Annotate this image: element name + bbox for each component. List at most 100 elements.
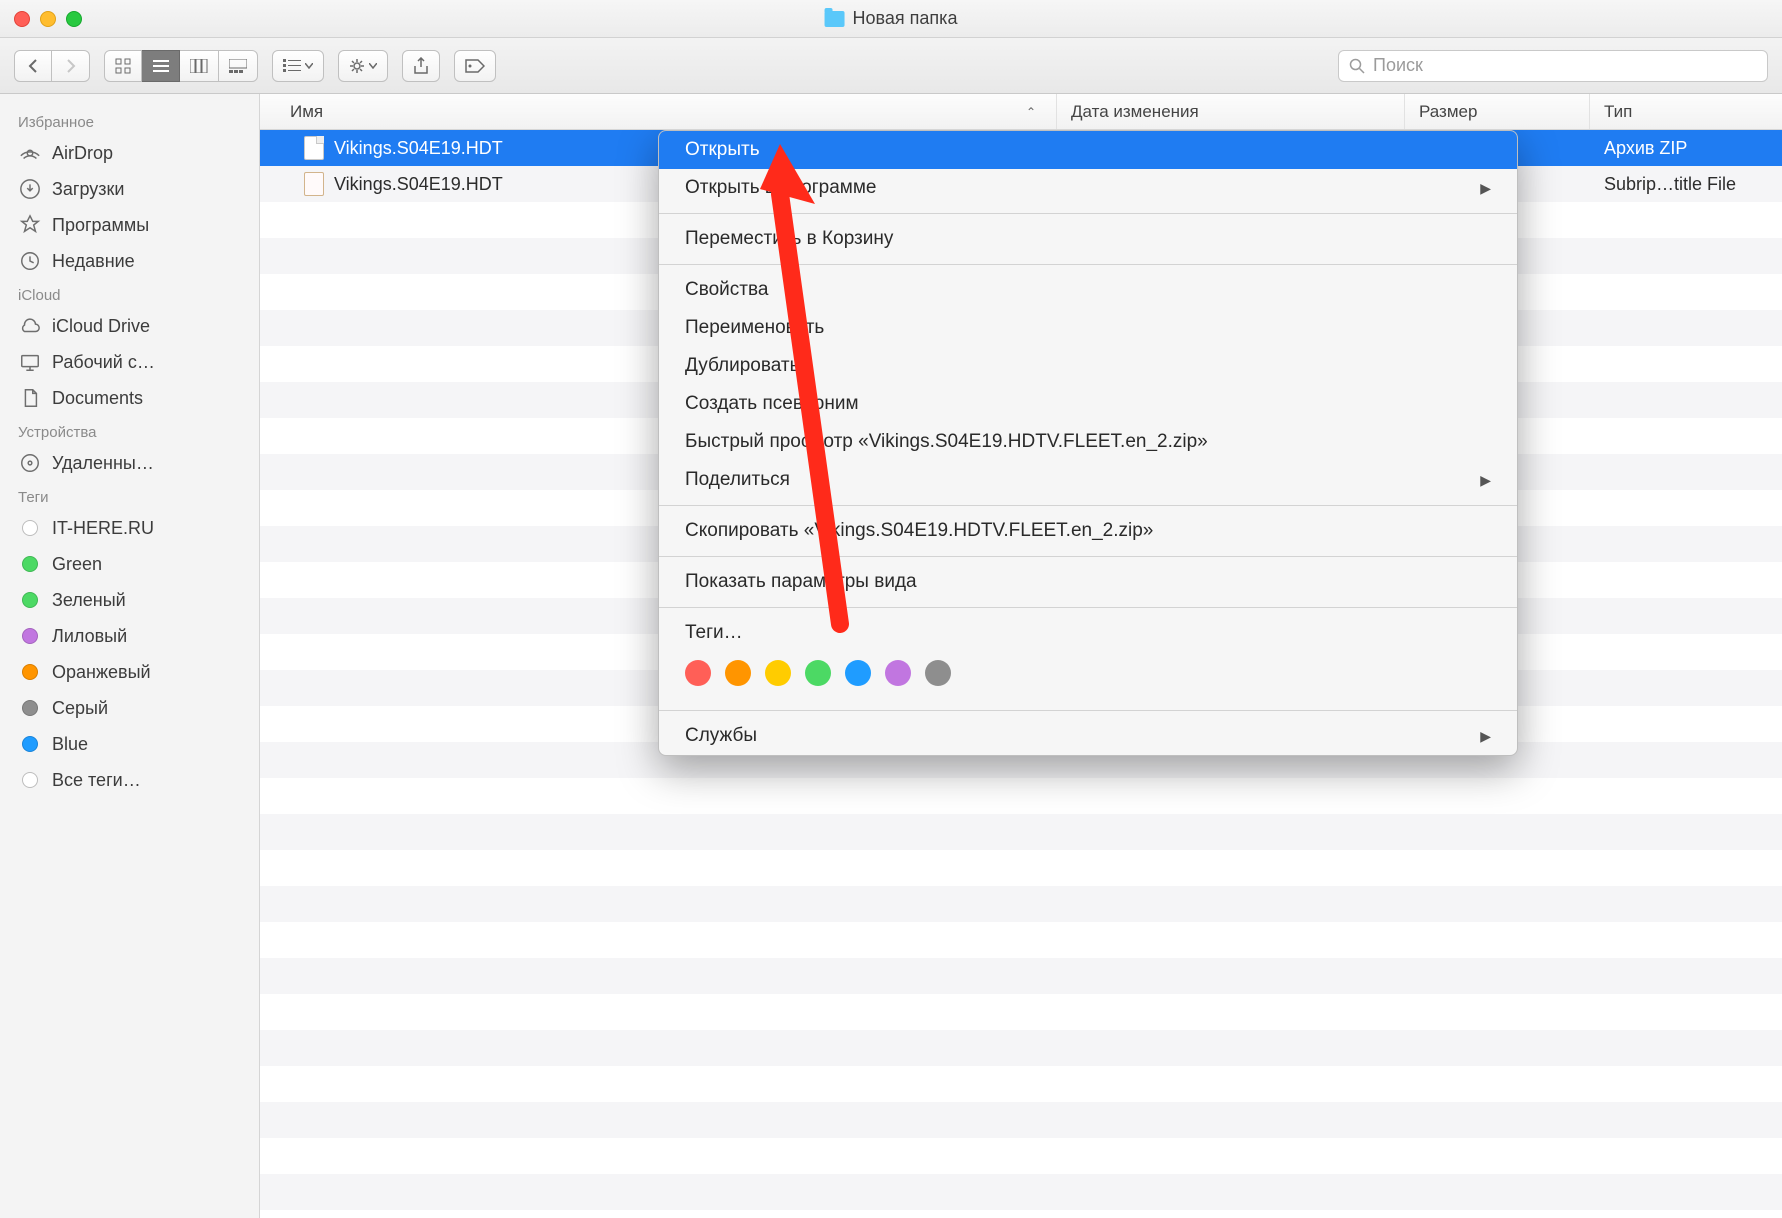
tag-icon bbox=[18, 624, 42, 648]
icon-view-button[interactable] bbox=[104, 50, 142, 82]
group-by-button[interactable] bbox=[272, 50, 324, 82]
sidebar-item-label: Рабочий с… bbox=[52, 352, 155, 373]
submenu-arrow-icon: ▶ bbox=[1480, 728, 1491, 745]
context-menu-tag-color[interactable] bbox=[765, 660, 791, 686]
context-menu-tag-color[interactable] bbox=[885, 660, 911, 686]
minimize-window-button[interactable] bbox=[40, 11, 56, 27]
sidebar-item-label: Программы bbox=[52, 215, 149, 236]
sidebar-item-label: Зеленый bbox=[52, 590, 126, 611]
search-icon bbox=[1349, 58, 1365, 74]
sidebar-item[interactable]: Рабочий с… bbox=[0, 344, 259, 380]
apps-icon bbox=[18, 213, 42, 237]
submenu-arrow-icon: ▶ bbox=[1480, 472, 1491, 489]
file-icon bbox=[304, 172, 324, 196]
context-menu-item[interactable]: Службы▶ bbox=[659, 717, 1517, 755]
titlebar: Новая папка bbox=[0, 0, 1782, 38]
window-title-text: Новая папка bbox=[853, 8, 958, 29]
context-menu-separator bbox=[659, 505, 1517, 506]
chevron-down-icon bbox=[369, 63, 377, 69]
column-view-button[interactable] bbox=[180, 50, 219, 82]
window-title: Новая папка bbox=[825, 8, 958, 29]
sidebar-item-label: Green bbox=[52, 554, 102, 575]
column-name[interactable]: Имя ⌃ bbox=[260, 94, 1057, 129]
action-button[interactable] bbox=[338, 50, 388, 82]
sidebar-item[interactable]: iCloud Drive bbox=[0, 308, 259, 344]
sidebar-item-label: Загрузки bbox=[52, 179, 124, 200]
context-menu-item[interactable]: Показать параметры вида bbox=[659, 563, 1517, 601]
context-menu-item[interactable]: Теги… bbox=[659, 614, 1517, 652]
context-menu-tag-color[interactable] bbox=[685, 660, 711, 686]
sidebar-item-label: AirDrop bbox=[52, 143, 113, 164]
context-menu-tag-color[interactable] bbox=[725, 660, 751, 686]
window-controls bbox=[0, 11, 82, 27]
sidebar-item-label: Documents bbox=[52, 388, 143, 409]
context-menu-separator bbox=[659, 213, 1517, 214]
sidebar: Избранное AirDrop Загрузки Программы Недавни… bbox=[0, 94, 260, 1218]
context-menu-item[interactable]: Поделиться▶ bbox=[659, 461, 1517, 499]
folder-icon bbox=[825, 11, 845, 27]
gallery-view-button[interactable] bbox=[219, 50, 258, 82]
sidebar-item[interactable]: Программы bbox=[0, 207, 259, 243]
context-menu-item[interactable]: Свойства bbox=[659, 271, 1517, 309]
file-name: Vikings.S04E19.HDT bbox=[334, 138, 503, 159]
zoom-window-button[interactable] bbox=[66, 11, 82, 27]
sidebar-item[interactable]: Blue bbox=[0, 726, 259, 762]
sidebar-item[interactable]: Лиловый bbox=[0, 618, 259, 654]
sidebar-item[interactable]: Зеленый bbox=[0, 582, 259, 618]
context-menu-item[interactable]: Переместить в Корзину bbox=[659, 220, 1517, 258]
sidebar-item-label: Оранжевый bbox=[52, 662, 151, 683]
sidebar-item[interactable]: Серый bbox=[0, 690, 259, 726]
context-menu-item[interactable]: Быстрый просмотр «Vikings.S04E19.HDTV.FL… bbox=[659, 423, 1517, 461]
toolbar: Поиск bbox=[0, 38, 1782, 94]
gear-icon bbox=[349, 58, 365, 74]
context-menu-tag-color[interactable] bbox=[925, 660, 951, 686]
context-menu-separator bbox=[659, 710, 1517, 711]
sidebar-item[interactable]: Недавние bbox=[0, 243, 259, 279]
tags-button-group bbox=[454, 50, 496, 82]
context-menu-item[interactable]: Открыть в программе▶ bbox=[659, 169, 1517, 207]
sidebar-item[interactable]: IT-HERE.RU bbox=[0, 510, 259, 546]
tag-icon bbox=[18, 732, 42, 756]
sidebar-item[interactable]: Оранжевый bbox=[0, 654, 259, 690]
sidebar-item[interactable]: Удаленны… bbox=[0, 445, 259, 481]
list-view-button[interactable] bbox=[142, 50, 180, 82]
column-type[interactable]: Тип bbox=[1590, 94, 1782, 129]
chevron-down-icon bbox=[305, 63, 313, 69]
context-menu-item[interactable]: Открыть bbox=[659, 131, 1517, 169]
sidebar-item[interactable]: Green bbox=[0, 546, 259, 582]
context-menu-item[interactable]: Скопировать «Vikings.S04E19.HDTV.FLEET.e… bbox=[659, 512, 1517, 550]
file-rows: Vikings.S04E19.HDT14 КБАрхив ZIPVikings.… bbox=[260, 130, 1782, 1218]
back-button[interactable] bbox=[14, 50, 52, 82]
sidebar-item-label: Серый bbox=[52, 698, 108, 719]
tag-icon bbox=[18, 588, 42, 612]
sidebar-item[interactable]: Загрузки bbox=[0, 171, 259, 207]
share-button[interactable] bbox=[402, 50, 440, 82]
context-menu-item[interactable]: Создать псевдоним bbox=[659, 385, 1517, 423]
column-date[interactable]: Дата изменения bbox=[1057, 94, 1405, 129]
search-placeholder: Поиск bbox=[1373, 55, 1423, 76]
cell-type: Архив ZIP bbox=[1590, 130, 1782, 166]
tag-icon bbox=[18, 660, 42, 684]
cell-type: Subrip…title File bbox=[1590, 166, 1782, 202]
sidebar-item[interactable]: AirDrop bbox=[0, 135, 259, 171]
search-field[interactable]: Поиск bbox=[1338, 50, 1768, 82]
tags-button[interactable] bbox=[454, 50, 496, 82]
sidebar-item-label: Лиловый bbox=[52, 626, 127, 647]
forward-button[interactable] bbox=[52, 50, 90, 82]
context-menu-tag-color[interactable] bbox=[845, 660, 871, 686]
context-menu-item[interactable]: Переименовать bbox=[659, 309, 1517, 347]
sidebar-item[interactable]: Все теги… bbox=[0, 762, 259, 798]
sidebar-heading: Избранное bbox=[0, 106, 259, 135]
column-size[interactable]: Размер bbox=[1405, 94, 1590, 129]
sidebar-item-label: Недавние bbox=[52, 251, 135, 272]
group-by-button-group bbox=[272, 50, 324, 82]
airdrop-icon bbox=[18, 141, 42, 165]
close-window-button[interactable] bbox=[14, 11, 30, 27]
context-menu-item[interactable]: Дублировать bbox=[659, 347, 1517, 385]
action-button-group bbox=[338, 50, 388, 82]
sidebar-heading: Теги bbox=[0, 481, 259, 510]
finder-window: Новая папка bbox=[0, 0, 1782, 1218]
sidebar-item[interactable]: Documents bbox=[0, 380, 259, 416]
file-name: Vikings.S04E19.HDT bbox=[334, 174, 503, 195]
context-menu-tag-color[interactable] bbox=[805, 660, 831, 686]
